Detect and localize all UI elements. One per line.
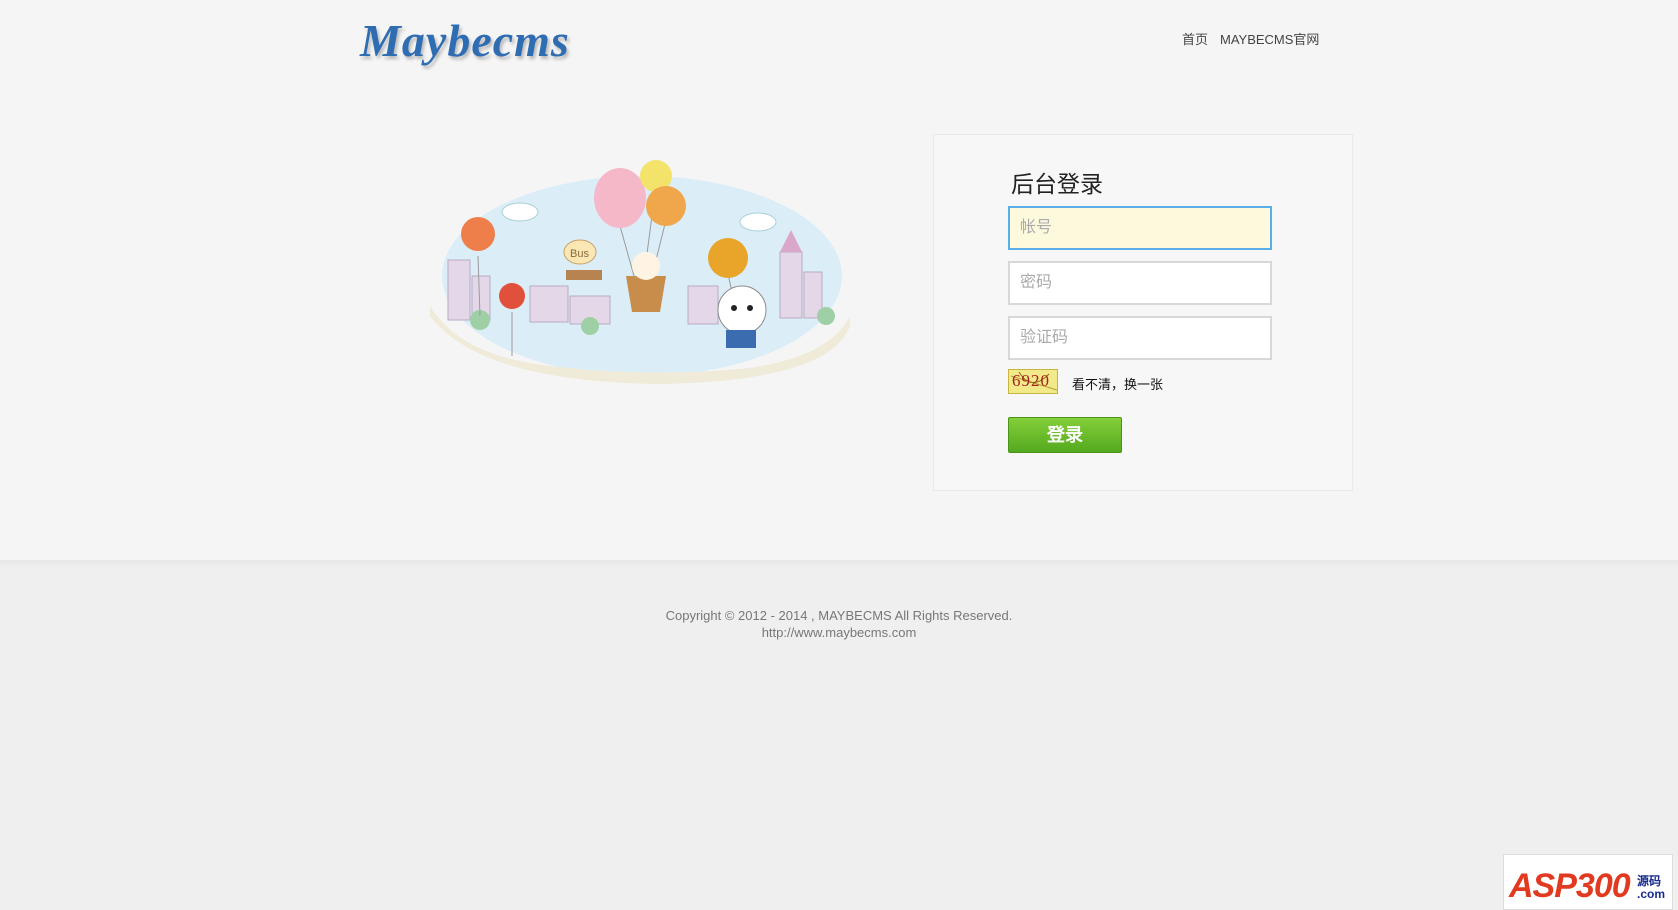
- copyright-text: Copyright © 2012 - 2014 , MAYBECMS All R…: [665, 608, 1013, 623]
- watermark-side-top: 源码: [1637, 874, 1662, 888]
- watermark-main-text: ASP300: [1509, 867, 1631, 905]
- bus-sign-text: Bus: [570, 248, 589, 260]
- footer-url: http://www.maybecms.com: [761, 625, 917, 640]
- nav-link-official-site[interactable]: MAYBECMS官网: [1220, 29, 1319, 48]
- watermark-logo: ASP300 源码 .com: [1503, 854, 1673, 910]
- login-panel: [933, 134, 1353, 491]
- login-title: 后台登录: [1011, 171, 1103, 197]
- refresh-captcha-link[interactable]: 看不清，换一张: [1072, 374, 1163, 393]
- captcha-image[interactable]: 6920: [1008, 369, 1058, 394]
- nav-link-home[interactable]: 首页: [1182, 29, 1208, 48]
- captcha-input[interactable]: [1008, 316, 1272, 360]
- username-input[interactable]: [1008, 206, 1272, 250]
- login-button[interactable]: 登录: [1008, 417, 1122, 453]
- site-logo[interactable]: Maybecms: [360, 14, 570, 67]
- section-divider: [0, 560, 1678, 568]
- captcha-text: 6920: [1012, 371, 1050, 390]
- balloon-illustration: Bus: [430, 160, 850, 384]
- watermark-side-bottom: .com: [1637, 887, 1666, 901]
- watermark-side-text: 源码 .com: [1637, 875, 1665, 901]
- password-input[interactable]: [1008, 261, 1272, 305]
